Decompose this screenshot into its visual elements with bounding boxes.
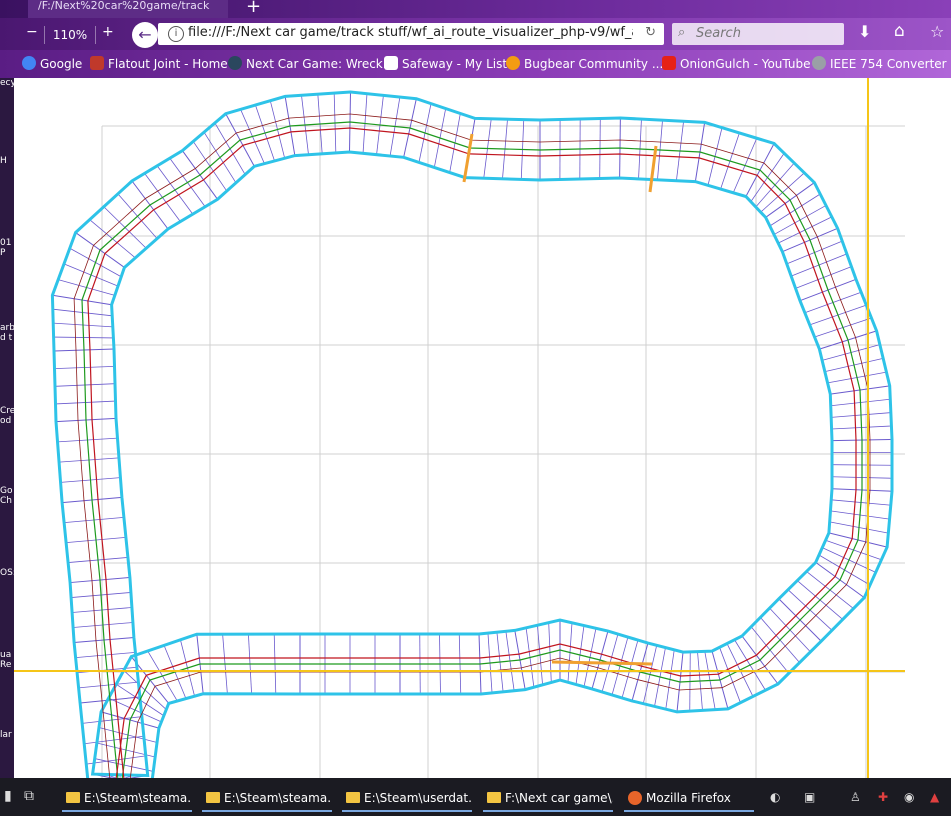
task-view-icon[interactable]: ⧉ (24, 788, 34, 804)
info-icon[interactable]: i (168, 26, 184, 42)
bookmark-4[interactable]: Bugbear Community ... (506, 56, 663, 72)
bookmark-1[interactable]: Flatout Joint - Home (90, 56, 228, 72)
split-marker (648, 145, 658, 193)
folder-icon (66, 792, 80, 803)
reload-icon[interactable]: ↻ (645, 25, 656, 40)
tray-acrobat-icon[interactable]: ▲ (930, 790, 939, 804)
desktop-label: lar (0, 730, 12, 740)
tray-network-icon[interactable]: ◐ (770, 790, 780, 804)
search-placeholder: Search (696, 26, 741, 41)
url-text: file:///F:/Next car game/track stuff/wf_… (188, 25, 633, 40)
folder-icon (346, 792, 360, 803)
download-icon[interactable]: ⬇ (858, 22, 871, 41)
tray-people-icon[interactable]: ♙ (850, 790, 861, 804)
desktop-label: Go Ch (0, 486, 13, 506)
desktop-label: Cre od (0, 406, 14, 426)
bookmark-3[interactable]: Safeway - My List (384, 56, 507, 72)
racing-line (87, 127, 857, 778)
page-content (14, 78, 951, 778)
google-icon (22, 56, 36, 70)
youtube-icon (662, 56, 676, 70)
track-visualizer-canvas[interactable] (14, 78, 951, 778)
taskbar-item-0[interactable]: E:\Steam\steama... (62, 784, 192, 812)
desktop-label: arb d t (0, 323, 14, 343)
start-icon[interactable]: ▮ (4, 788, 12, 804)
zoom-in-button[interactable]: + (102, 24, 114, 40)
taskbar-item-3[interactable]: F:\Next car game\... (483, 784, 613, 812)
bookmark-5[interactable]: OnionGulch - YouTube (662, 56, 811, 72)
page-icon (384, 56, 398, 70)
home-icon[interactable]: ⌂ (894, 21, 905, 41)
search-box[interactable]: ⌕ Search (672, 23, 844, 45)
bookmark-6[interactable]: IEEE 754 Converter (812, 56, 947, 72)
back-button[interactable]: ← (132, 22, 158, 48)
zoom-level[interactable]: 110% (44, 26, 96, 44)
taskbar-item-4[interactable]: Mozilla Firefox (624, 784, 754, 812)
star-icon[interactable]: ☆ (930, 22, 944, 41)
new-tab-button[interactable]: + (246, 0, 261, 17)
tab-title: /F:/Next%20car%20game/track (38, 0, 210, 12)
desktop-label: ua Re (0, 650, 12, 670)
desktop-icons-strip: ecy H 01 P arb d t Cre od Go Ch OS: ua R… (0, 78, 14, 778)
tray-status-icon[interactable]: ◉ (904, 790, 914, 804)
folder-icon (487, 792, 501, 803)
flatout-icon (90, 56, 104, 70)
desktop-label: H (0, 156, 7, 166)
zoom-out-button[interactable]: − (26, 24, 38, 40)
steam-icon (228, 56, 242, 70)
bookmarks-toolbar: Google Flatout Joint - Home Next Car Gam… (0, 50, 951, 78)
back-arrow-icon: ← (138, 25, 152, 44)
desktop-label: OS: (0, 568, 14, 578)
bugbear-icon (506, 56, 520, 70)
desktop-label: ecy (0, 78, 14, 88)
browser-tab[interactable]: /F:/Next%20car%20game/track (28, 0, 228, 18)
split-marker (551, 660, 653, 666)
desktop-label: 01 P (0, 238, 12, 258)
globe-icon (812, 56, 826, 70)
taskbar-item-2[interactable]: E:\Steam\userdat... (342, 784, 472, 812)
tray-app-icon[interactable]: ▣ (804, 790, 815, 804)
track-inner-border (90, 150, 834, 778)
folder-icon (206, 792, 220, 803)
bookmark-2[interactable]: Next Car Game: Wreck... (228, 56, 394, 72)
firefox-icon (628, 791, 642, 805)
taskbar: ▮ ⧉ E:\Steam\steama... E:\Steam\steama..… (0, 778, 951, 816)
url-bar[interactable]: i file:///F:/Next car game/track stuff/w… (158, 23, 664, 45)
search-icon: ⌕ (678, 25, 686, 40)
taskbar-item-1[interactable]: E:\Steam\steama... (202, 784, 332, 812)
title-bar: /F:/Next%20car%20game/track + (0, 0, 951, 18)
bookmark-0[interactable]: Google (22, 56, 82, 72)
tray-shield-icon[interactable]: ✚ (878, 790, 888, 804)
navigation-toolbar: − 110% + ← i file:///F:/Next car game/tr… (0, 18, 951, 50)
split-marker (462, 133, 474, 183)
